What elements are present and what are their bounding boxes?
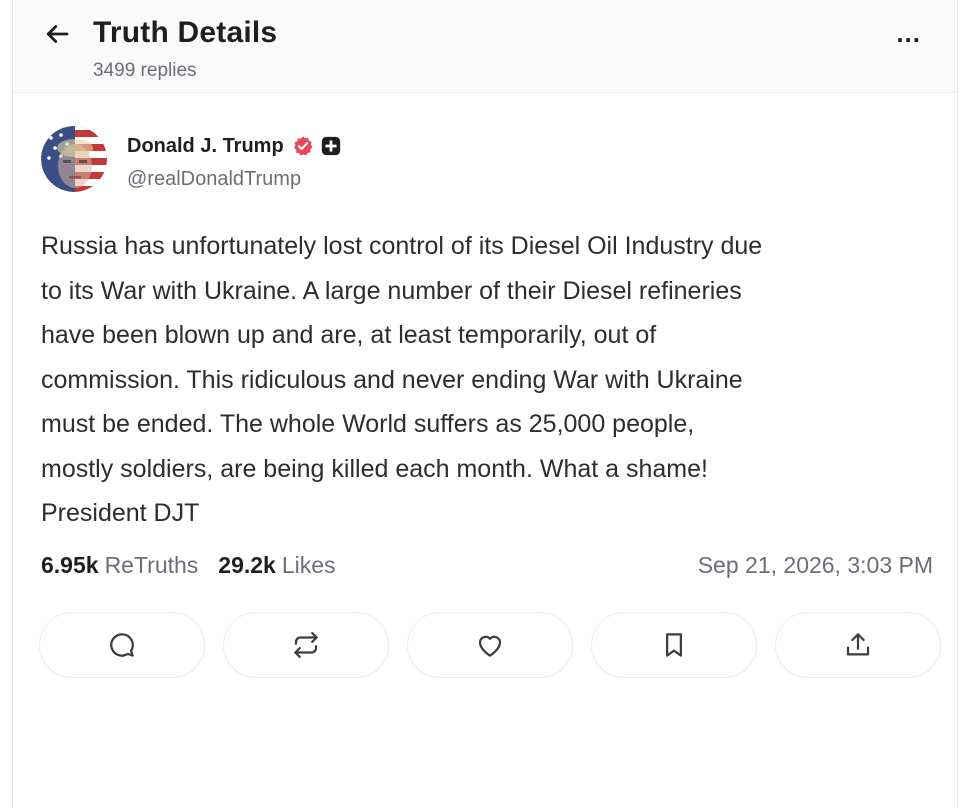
share-icon <box>846 633 870 656</box>
reply-button[interactable] <box>39 612 205 678</box>
author-name-line: Donald J. Trump <box>127 132 342 160</box>
author-name[interactable]: Donald J. Trump <box>127 135 284 158</box>
author-handle[interactable]: @realDonaldTrump <box>127 168 342 191</box>
retruth-icon <box>294 632 318 658</box>
arrow-left-icon <box>46 25 69 43</box>
author-info: Donald J. Trump @realDonaldTrump <box>127 132 342 191</box>
page-title: Truth Details <box>93 16 278 49</box>
likes-stat[interactable]: 29.2k Likes <box>218 552 335 579</box>
share-button[interactable] <box>775 612 941 678</box>
verified-icon <box>292 135 314 157</box>
likes-count: 29.2k <box>218 552 276 578</box>
post-text: Russia has unfortunately lost control of… <box>41 232 763 527</box>
reply-icon <box>110 633 134 657</box>
retruth-button[interactable] <box>223 612 389 678</box>
plus-badge-icon <box>320 135 342 157</box>
bookmark-button[interactable] <box>591 612 757 678</box>
heart-icon <box>478 635 502 657</box>
avatar-image <box>41 126 107 192</box>
avatar[interactable] <box>41 126 107 192</box>
bookmark-icon <box>666 633 682 657</box>
reply-count: 3499 replies <box>93 60 197 81</box>
retruths-stat[interactable]: 6.95k ReTruths <box>41 552 198 579</box>
actions-row <box>39 612 941 678</box>
more-options-button[interactable]: ... <box>896 20 921 46</box>
post-timestamp: Sep 21, 2026, 3:03 PM <box>697 552 933 578</box>
like-button[interactable] <box>407 612 573 678</box>
truth-details-panel: Truth Details 3499 replies ... Donald J.… <box>12 0 958 808</box>
retruths-count: 6.95k <box>41 552 99 578</box>
stats-row: 6.95k ReTruths 29.2k Likes Sep 21, 2026,… <box>41 552 933 579</box>
likes-label: Likes <box>281 552 336 578</box>
header: Truth Details 3499 replies ... <box>13 0 957 93</box>
retruths-label: ReTruths <box>104 552 199 578</box>
back-button[interactable] <box>39 16 75 52</box>
author-row: Donald J. Trump @realDonaldTrump <box>41 126 342 192</box>
